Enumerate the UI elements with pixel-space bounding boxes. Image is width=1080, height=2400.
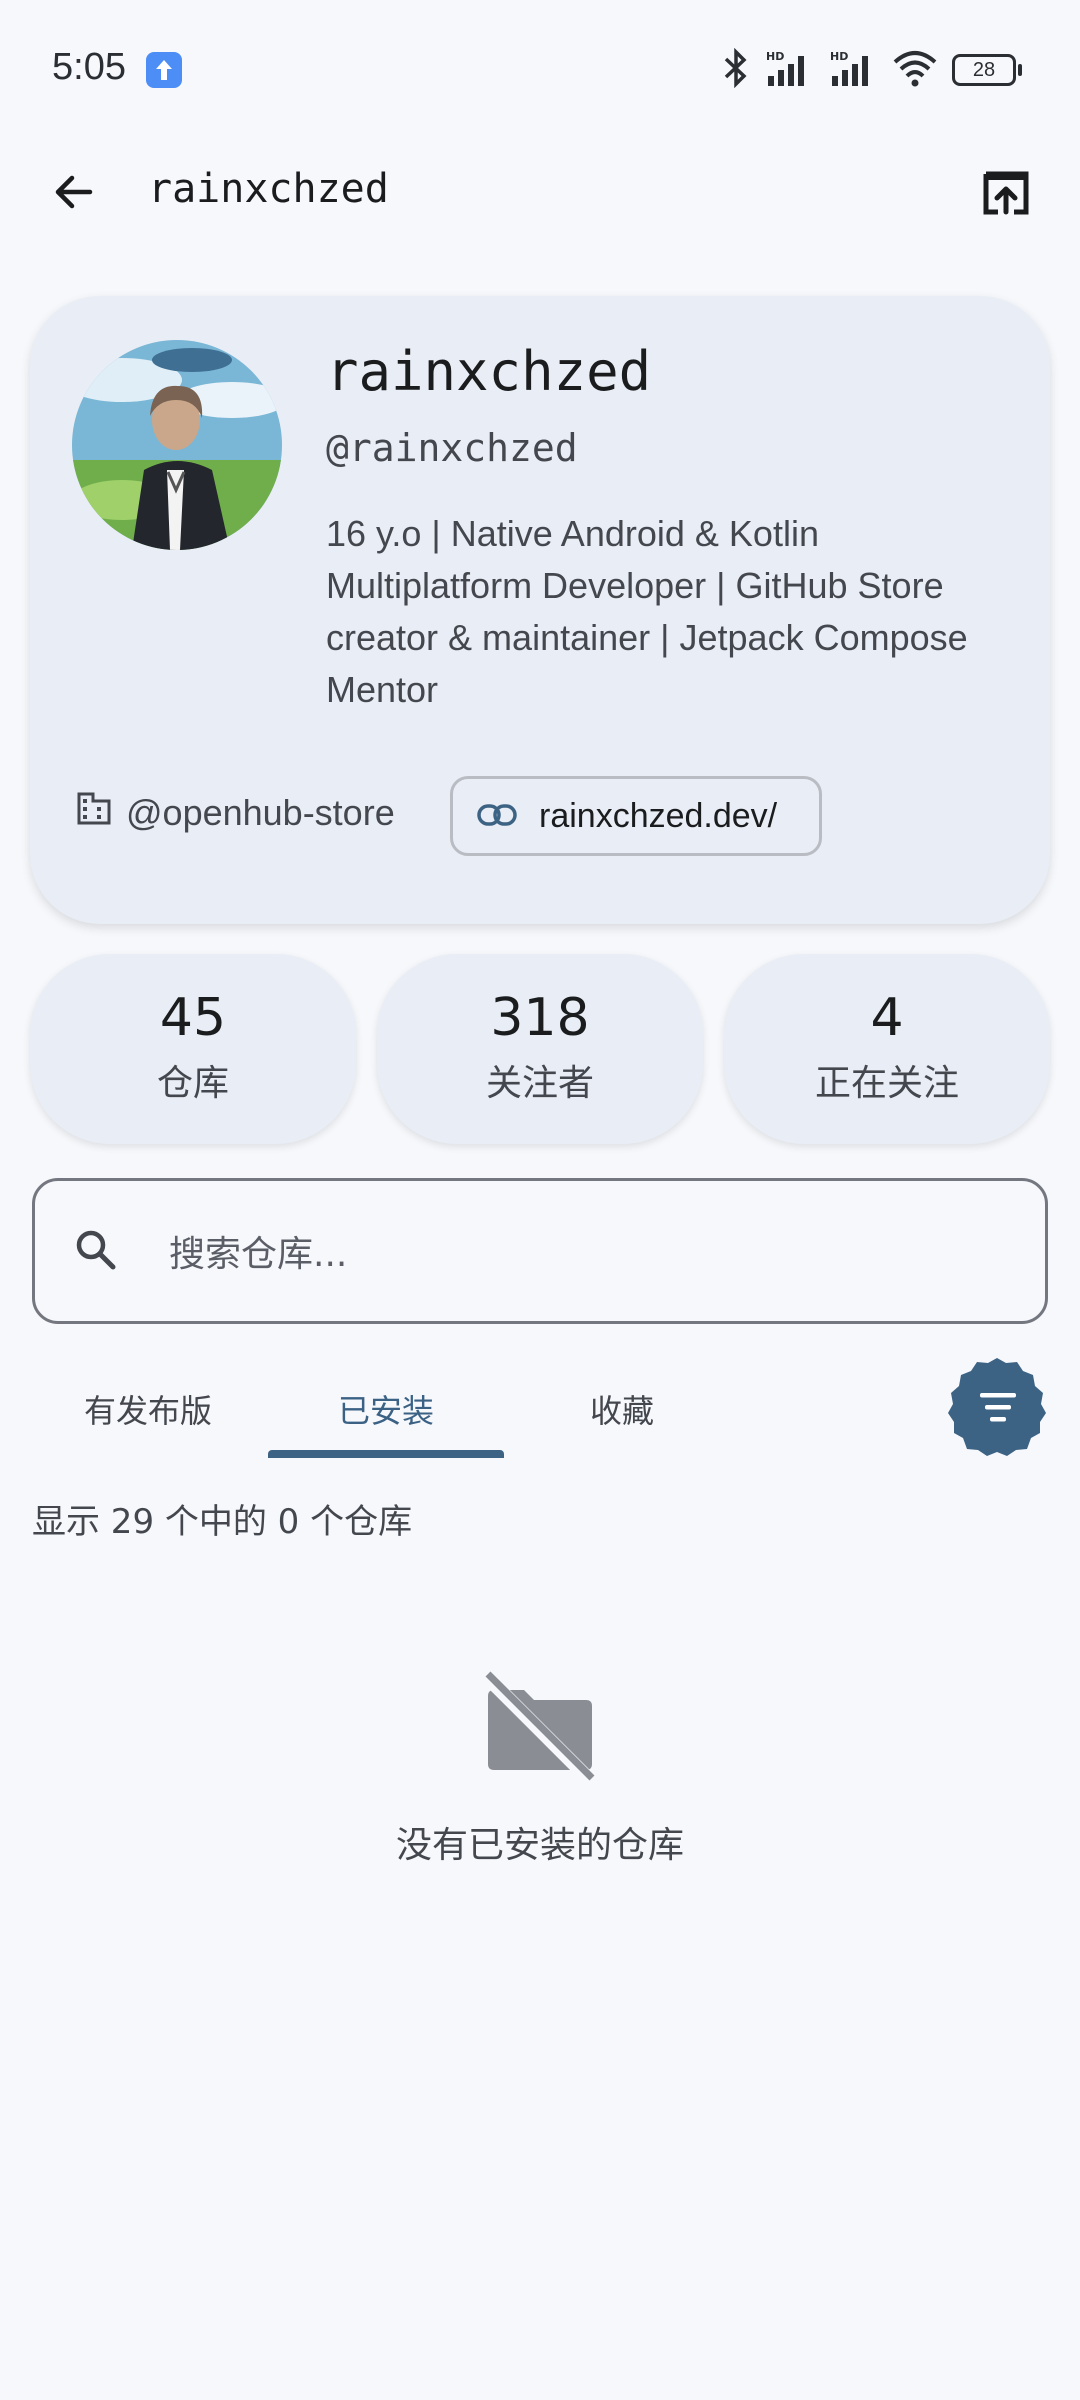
upload-notification-icon <box>146 52 182 88</box>
status-bar: 5:05 HD HD 28 <box>0 0 1080 140</box>
website-text: rainxchzed.dev/ <box>539 796 778 835</box>
stat-followers[interactable]: 318 关注者 <box>377 954 703 1144</box>
battery-indicator: 28 <box>952 54 1022 86</box>
stat-label: 关注者 <box>485 1063 594 1104</box>
stat-value: 318 <box>490 988 590 1048</box>
open-in-browser-button[interactable] <box>976 164 1036 224</box>
search-icon <box>73 1227 119 1277</box>
company-label: @openhub-store <box>76 790 395 835</box>
svg-text:HD: HD <box>766 50 784 63</box>
stat-following[interactable]: 4 正在关注 <box>724 954 1050 1144</box>
status-icons: HD HD 28 <box>722 47 1022 92</box>
tab-indicator <box>268 1450 504 1458</box>
tab-installed[interactable]: 已安装 <box>338 1386 434 1432</box>
stat-label: 仓库 <box>156 1063 229 1104</box>
website-link-chip[interactable]: rainxchzed.dev/ <box>450 776 822 856</box>
avatar[interactable] <box>72 340 282 550</box>
stat-repositories[interactable]: 45 仓库 <box>30 954 356 1144</box>
svg-text:HD: HD <box>830 50 848 63</box>
company-text: @openhub-store <box>126 791 395 833</box>
profile-handle: @rainxchzed <box>326 426 578 470</box>
profile-name: rainxchzed <box>326 340 652 403</box>
bluetooth-icon <box>722 47 750 92</box>
hd-signal-icon: HD <box>828 48 878 92</box>
tab-bar: 有发布版 已安装 收藏 <box>0 1356 1080 1466</box>
link-icon <box>477 797 517 836</box>
open-in-browser-icon <box>980 166 1032 222</box>
result-count: 显示 29 个中的 0 个仓库 <box>32 1502 413 1542</box>
profile-bio: 16 y.o | Native Android & Kotlin Multipl… <box>326 513 968 710</box>
page-title: rainxchzed <box>148 166 389 212</box>
stat-value: 4 <box>870 988 904 1048</box>
stat-value: 45 <box>159 988 227 1048</box>
top-app-bar: rainxchzed <box>0 150 1080 240</box>
tab-favorites[interactable]: 收藏 <box>590 1386 654 1432</box>
hd-signal-icon: HD <box>764 48 814 92</box>
sort-button[interactable] <box>946 1356 1048 1458</box>
folder-off-icon <box>478 1668 602 1796</box>
stat-label: 正在关注 <box>814 1063 959 1104</box>
empty-state-message: 没有已安装的仓库 <box>395 1825 684 1866</box>
wifi-icon <box>892 48 938 92</box>
arrow-left-icon <box>50 168 98 220</box>
profile-card: rainxchzed @rainxchzed 16 y.o | Native A… <box>30 296 1050 924</box>
tab-releases[interactable]: 有发布版 <box>84 1386 212 1432</box>
back-button[interactable] <box>44 164 104 224</box>
building-icon <box>76 790 112 835</box>
search-placeholder: 搜索仓库... <box>169 1234 348 1275</box>
status-time: 5:05 <box>52 46 126 88</box>
search-input[interactable]: 搜索仓库... <box>32 1178 1048 1324</box>
